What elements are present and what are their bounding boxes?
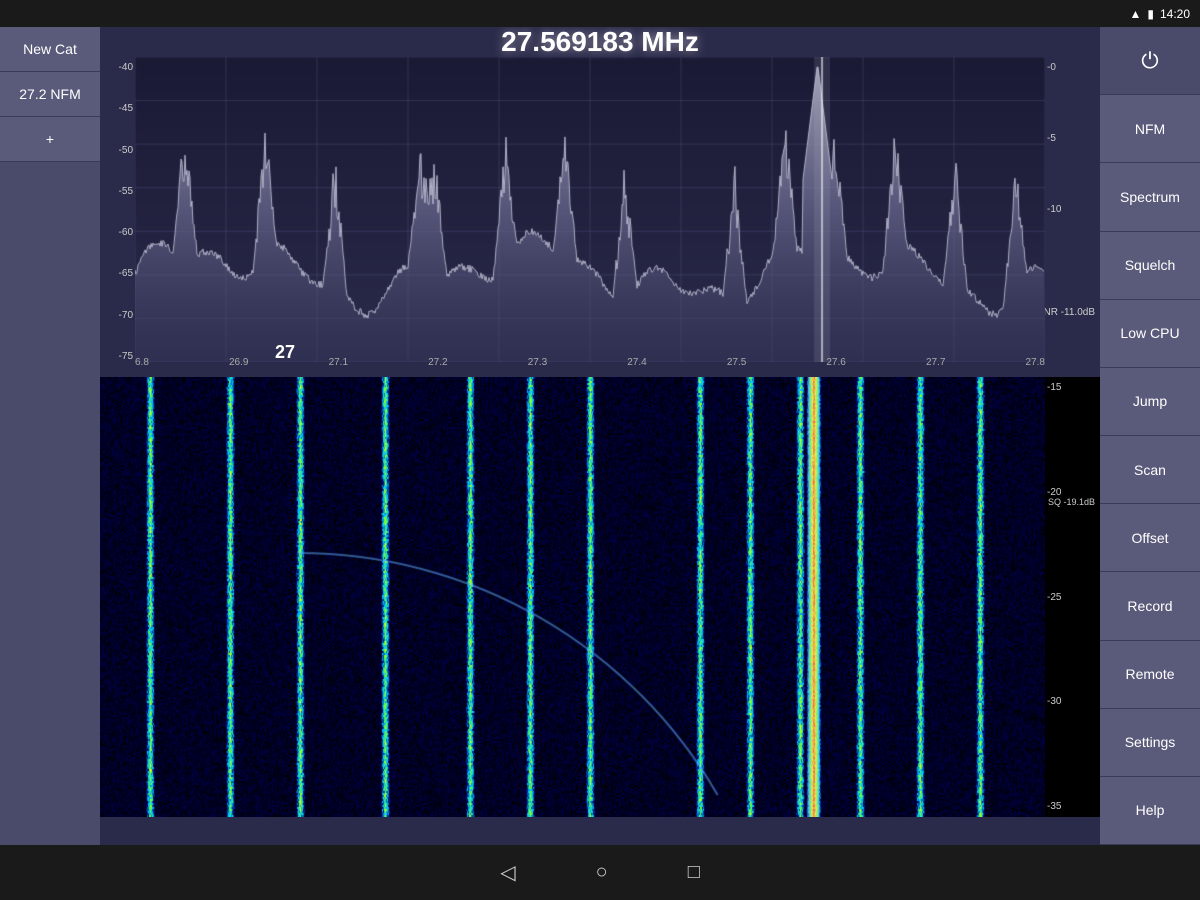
sq-text: SQ -19.1dB <box>1048 497 1095 507</box>
db-label-65: -65 <box>102 268 133 279</box>
freq-tick-273: 27.3 <box>528 357 547 367</box>
jump-button[interactable]: Jump <box>1100 368 1200 436</box>
db-label-50: -50 <box>102 145 133 156</box>
sq-indicator: SQ -19.1dB <box>1048 497 1095 507</box>
add-button[interactable]: + <box>0 117 100 162</box>
db-scale-left: -40 -45 -50 -55 -60 -65 -70 -75 <box>100 57 135 367</box>
db-label-40: -40 <box>102 62 133 73</box>
snr-text: SNR -11.0dB <box>1037 307 1095 318</box>
snr-info: SNR -11.0dB <box>1037 307 1095 318</box>
freq-tick-269: 26.9 <box>229 357 248 367</box>
spectrum-button[interactable]: Spectrum <box>1100 163 1200 231</box>
home-button[interactable]: ○ <box>596 861 608 884</box>
db-label-60: -60 <box>102 227 133 238</box>
left-sidebar: New Cat 27.2 NFM + <box>0 27 100 845</box>
freq-axis: 6.8 26.9 27 27.1 27.2 27.3 27.4 27.5 27.… <box>135 357 1045 367</box>
waterfall-area[interactable]: -15 -20 -25 -30 -35 SQ -19.1dB <box>100 377 1100 817</box>
wf-db-35: -35 <box>1047 801 1098 812</box>
db-right-5: -5 <box>1047 133 1098 144</box>
freq-tick-68: 6.8 <box>135 357 149 367</box>
freq-tick-277: 27.7 <box>926 357 945 367</box>
db-label-75: -75 <box>102 351 133 362</box>
status-bar: ▲ ▮ 14:20 <box>0 0 1200 27</box>
wf-db-25: -25 <box>1047 592 1098 603</box>
power-button[interactable]: ⏻ <box>1100 27 1200 95</box>
freq-tick-278: 27.8 <box>1026 357 1045 367</box>
db-label-70: -70 <box>102 310 133 321</box>
back-button[interactable]: ◁ <box>500 860 515 885</box>
db-scale-right: -0 -5 -10 <box>1045 57 1100 367</box>
time-display: 14:20 <box>1160 7 1190 21</box>
remote-button[interactable]: Remote <box>1100 641 1200 709</box>
main-content: 27.569183 MHz -40 -45 -50 -55 -60 -65 -7… <box>100 27 1100 845</box>
waterfall-canvas[interactable] <box>100 377 1045 817</box>
new-cat-button[interactable]: New Cat <box>0 27 100 72</box>
nfm-button[interactable]: NFM <box>1100 95 1200 163</box>
freq-tick-276: 27.6 <box>826 357 845 367</box>
right-sidebar: ⏻ NFM Spectrum Squelch Low CPU Jump Scan… <box>1100 27 1200 845</box>
battery-icon: ▮ <box>1147 7 1154 21</box>
freq-tick-27: 27 <box>275 342 295 363</box>
freq-tick-274: 27.4 <box>627 357 646 367</box>
wf-db-15: -15 <box>1047 382 1098 393</box>
freq-tick-275: 27.5 <box>727 357 746 367</box>
offset-button[interactable]: Offset <box>1100 504 1200 572</box>
settings-button[interactable]: Settings <box>1100 709 1200 777</box>
wf-db-30: -30 <box>1047 696 1098 707</box>
mode-button[interactable]: 27.2 NFM <box>0 72 100 117</box>
db-right-0: -0 <box>1047 62 1098 73</box>
help-button[interactable]: Help <box>1100 777 1200 845</box>
db-right-10: -10 <box>1047 204 1098 215</box>
frequency-text: 27.569183 MHz <box>501 27 699 58</box>
squelch-button[interactable]: Squelch <box>1100 232 1200 300</box>
scan-button[interactable]: Scan <box>1100 436 1200 504</box>
recent-button[interactable]: □ <box>688 861 700 884</box>
db-label-55: -55 <box>102 186 133 197</box>
spectrum-area[interactable]: 27.569183 MHz -40 -45 -50 -55 -60 -65 -7… <box>100 27 1100 367</box>
nav-bar: ◁ ○ □ <box>0 845 1200 900</box>
db-scale-waterfall-right: -15 -20 -25 -30 -35 <box>1045 377 1100 817</box>
spectrum-canvas[interactable] <box>135 57 1045 362</box>
wifi-icon: ▲ <box>1129 7 1141 21</box>
frequency-display: 27.569183 MHz <box>100 27 1100 57</box>
freq-tick-272: 27.2 <box>428 357 447 367</box>
power-icon: ⏻ <box>1141 48 1158 74</box>
lowcpu-button[interactable]: Low CPU <box>1100 300 1200 368</box>
freq-tick-271: 27.1 <box>329 357 348 367</box>
record-button[interactable]: Record <box>1100 572 1200 640</box>
db-label-45: -45 <box>102 103 133 114</box>
